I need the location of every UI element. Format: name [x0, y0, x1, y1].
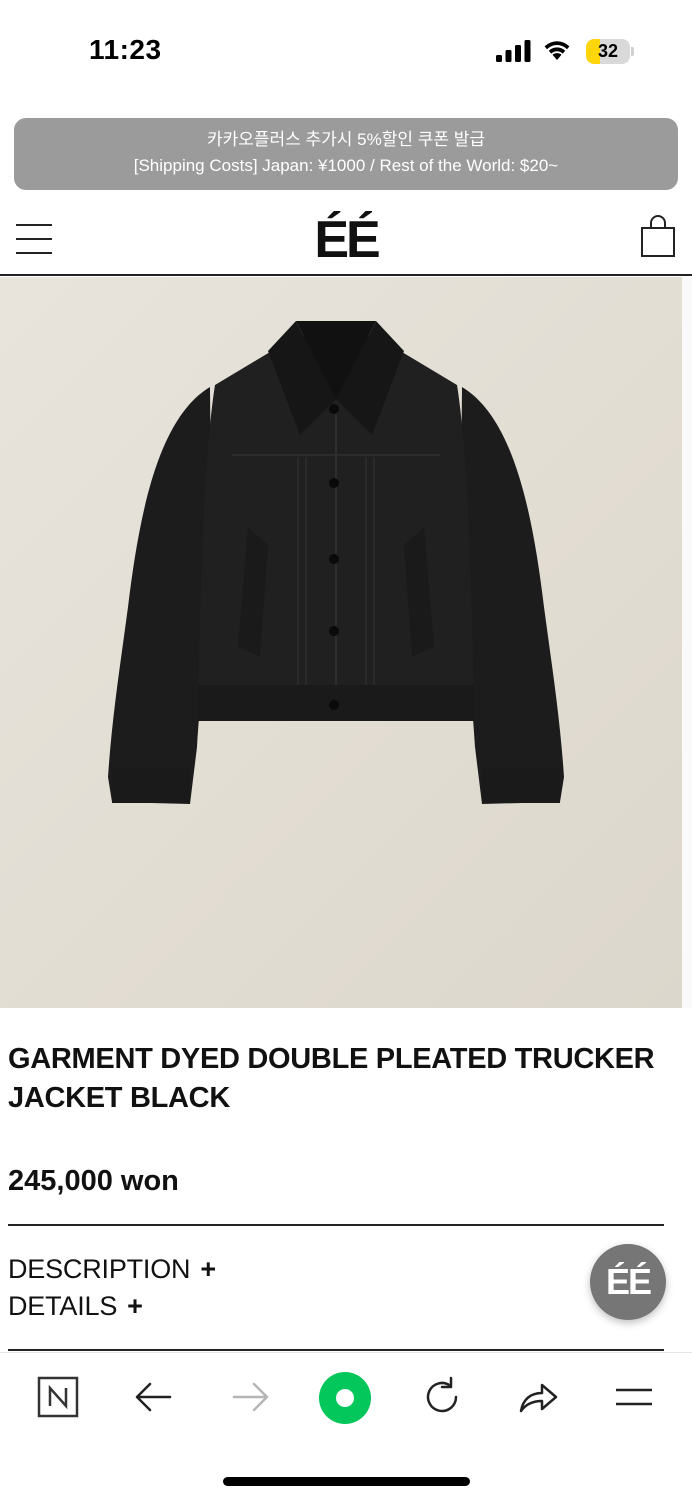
description-label: DESCRIPTION	[8, 1254, 191, 1284]
details-toggle[interactable]: DETAILS +	[8, 1291, 143, 1322]
notice-banner[interactable]: 카카오플러스 추가시 5%할인 쿠폰 발급 [Shipping Costs] J…	[14, 118, 678, 190]
divider-top	[8, 1224, 664, 1226]
battery-cap	[631, 47, 634, 56]
forward-arrow-icon[interactable]	[228, 1375, 272, 1419]
share-icon[interactable]	[516, 1375, 560, 1419]
green-circle-icon[interactable]	[318, 1371, 372, 1425]
divider-bottom	[8, 1349, 664, 1351]
status-bar: 11:23 32	[0, 0, 692, 100]
floating-logo-button[interactable]: ÉÉ	[590, 1244, 666, 1320]
details-label: DETAILS	[8, 1291, 118, 1321]
description-toggle[interactable]: DESCRIPTION +	[8, 1254, 216, 1285]
shopping-bag-icon[interactable]	[640, 214, 676, 258]
reload-icon[interactable]	[420, 1375, 464, 1419]
notice-coupon-text: 카카오플러스 추가시 5%할인 쿠폰 발급	[206, 130, 486, 149]
battery-indicator: 32	[586, 39, 634, 64]
product-image[interactable]	[0, 277, 682, 1008]
jacket-illustration	[108, 321, 564, 804]
browser-toolbar	[0, 1352, 692, 1500]
battery-body: 32	[586, 39, 630, 64]
status-time: 11:23	[89, 34, 162, 65]
home-indicator	[223, 1477, 470, 1486]
naver-home-icon[interactable]	[36, 1375, 80, 1419]
battery-level: 32	[597, 41, 619, 61]
site-header: ÉÉ	[0, 196, 692, 276]
cellular-signal-icon	[496, 40, 531, 62]
product-title: GARMENT DYED DOUBLE PLEATED TRUCKER JACK…	[8, 1043, 655, 1114]
description-plus-icon: +	[200, 1254, 216, 1284]
details-plus-icon: +	[127, 1291, 143, 1321]
page-edge	[682, 277, 692, 1008]
wifi-icon	[544, 41, 570, 60]
back-arrow-icon[interactable]	[132, 1375, 176, 1419]
product-price: 245,000 won	[8, 1165, 179, 1197]
menu-icon[interactable]	[612, 1375, 656, 1419]
notice-shipping-text: [Shipping Costs] Japan: ¥1000 / Rest of …	[133, 156, 559, 175]
site-logo[interactable]: ÉÉ	[0, 210, 692, 270]
